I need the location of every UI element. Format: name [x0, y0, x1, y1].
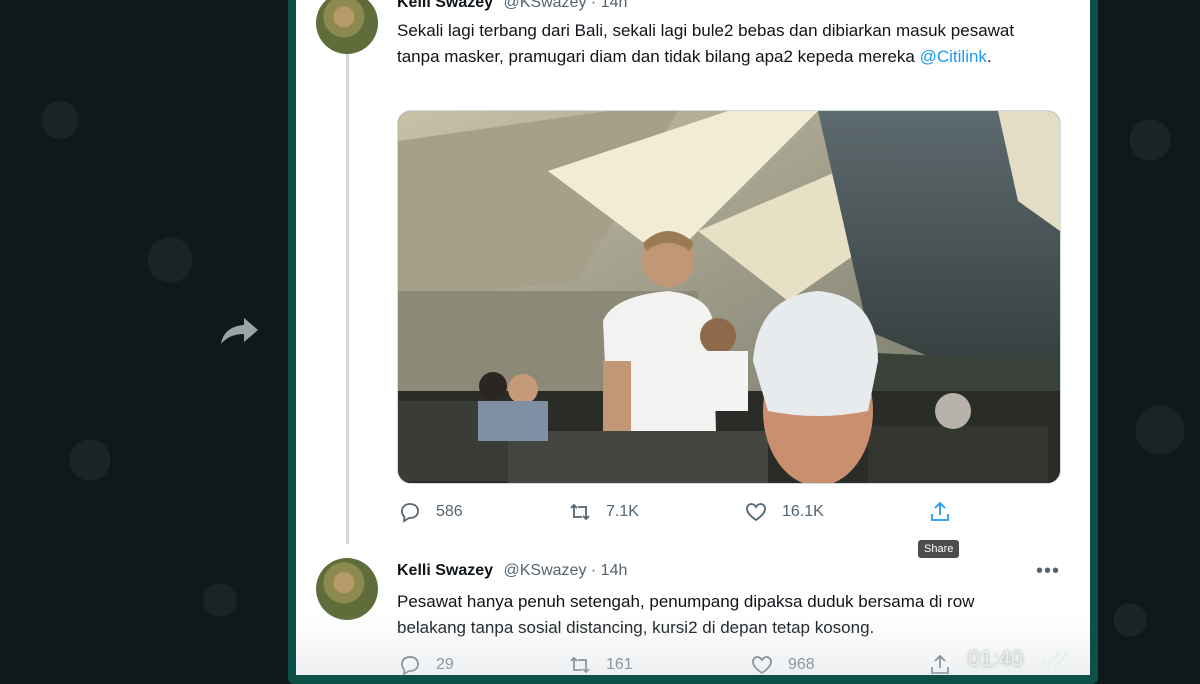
author-handle[interactable]: @KSwazey — [504, 562, 587, 579]
reply-icon — [401, 503, 419, 523]
thread-connector-line — [346, 54, 349, 544]
reply-count: 586 — [436, 503, 463, 520]
share-button[interactable] — [928, 500, 952, 524]
airplane-cabin-image — [398, 111, 1060, 483]
author-name[interactable]: Kelli Swazey — [397, 562, 493, 579]
retweet-icon — [570, 503, 590, 521]
separator-dot: · — [590, 562, 601, 579]
reply-button[interactable]: 586 — [398, 500, 463, 524]
double-check-icon — [1041, 651, 1069, 668]
mention-link[interactable]: @Citilink — [920, 47, 987, 66]
tweet-text: Sekali lagi terbang dari Bali, sekali la… — [397, 18, 1047, 70]
tweet-time[interactable]: 14h — [601, 562, 628, 579]
tweet-time[interactable]: 14h — [601, 0, 628, 11]
author-name[interactable]: Kelli Swazey — [397, 0, 493, 11]
share-tooltip: Share — [918, 540, 960, 558]
retweet-count: 7.1K — [606, 503, 639, 520]
message-timestamp: 01:40 — [968, 646, 1024, 671]
author-handle[interactable]: @KSwazey — [504, 0, 587, 11]
tweet-photo-airplane-cabin[interactable] — [397, 110, 1061, 484]
like-button[interactable]: 16.1K — [744, 500, 824, 524]
retweet-button[interactable]: 7.1K — [568, 500, 639, 524]
more-icon[interactable]: ••• — [1036, 560, 1060, 583]
heart-icon — [746, 503, 766, 522]
share-icon — [931, 501, 949, 521]
like-count: 16.1K — [782, 503, 824, 520]
forward-arrow-icon[interactable] — [218, 312, 260, 348]
tweet-text-suffix: . — [986, 47, 992, 66]
avatar[interactable] — [316, 558, 378, 620]
tweet-header: Kelli Swazey @KSwazey · 14h — [397, 0, 627, 12]
separator-dot: · — [590, 0, 601, 11]
tweet-header: Kelli Swazey @KSwazey · 14h — [397, 562, 627, 580]
